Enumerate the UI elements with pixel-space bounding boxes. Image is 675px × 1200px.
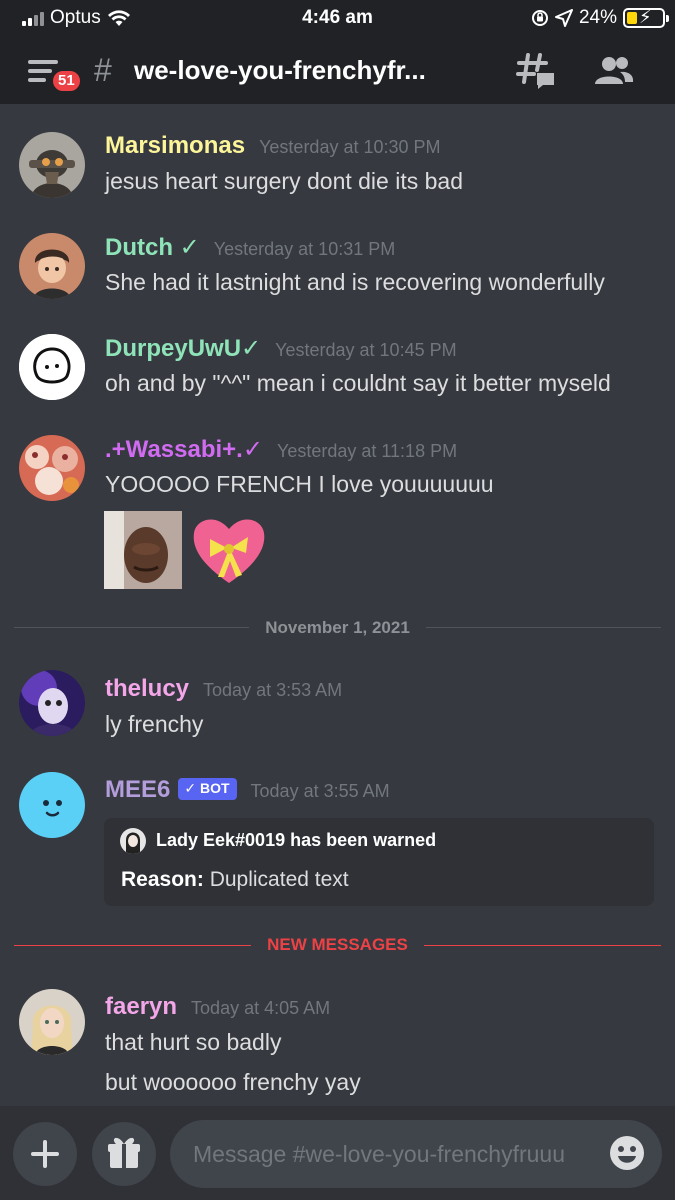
username-label: DurpeyUwU✓: [105, 335, 262, 362]
gift-button[interactable]: [92, 1122, 156, 1186]
hash-icon: #: [94, 52, 112, 88]
timestamp: Yesterday at 11:18 PM: [276, 441, 458, 461]
username[interactable]: Dutch ✓ Yesterday at 10:31 PM: [105, 233, 395, 262]
username-label: Marsimonas: [105, 132, 246, 159]
timestamp: Today at 3:53 AM: [203, 680, 343, 700]
avatar[interactable]: [19, 132, 85, 198]
avatar[interactable]: [19, 435, 85, 501]
channel-header: 51 # we-love-you-frenchyfr...: [0, 38, 675, 104]
username[interactable]: Marsimonas Yesterday at 10:30 PM: [105, 132, 441, 160]
avatar[interactable]: [19, 772, 85, 838]
username[interactable]: MEE6 ✓ BOT Today at 3:55 AM: [105, 776, 390, 804]
message-text: jesus heart surgery dont die its bad: [105, 168, 463, 194]
message-list[interactable]: Marsimonas Yesterday at 10:30 PM jesus he…: [0, 104, 675, 1106]
username-label: .+Wassabi+.✓: [105, 436, 263, 463]
bot-tag: ✓ BOT: [178, 778, 237, 800]
battery-percent: 24%: [578, 7, 617, 28]
timestamp: Yesterday at 10:45 PM: [275, 340, 457, 360]
embed-field-name: Reason:: [121, 868, 204, 891]
date-divider-text: November 1, 2021: [249, 618, 426, 637]
channel-title[interactable]: we-love-you-frenchyfr...: [134, 55, 426, 86]
timestamp: Yesterday at 10:30 PM: [259, 137, 441, 157]
threads-icon[interactable]: [516, 52, 556, 90]
message-text: YOOOOO FRENCH I love youuuuuuu: [105, 471, 494, 497]
embed-author-avatar: [120, 828, 146, 854]
heart-gift-emoji-icon[interactable]: [190, 513, 268, 587]
username-label: thelucy: [105, 675, 190, 702]
battery-icon: ⚡: [623, 7, 669, 28]
username[interactable]: .+Wassabi+.✓ Yesterday at 11:18 PM: [105, 435, 457, 464]
status-right: 24% ⚡: [531, 7, 669, 29]
message-text: that hurt so badly: [105, 1029, 282, 1055]
username[interactable]: DurpeyUwU✓ Yesterday at 10:45 PM: [105, 334, 457, 363]
avatar[interactable]: [19, 670, 85, 736]
plus-icon: [31, 1140, 59, 1168]
timestamp: Today at 4:05 AM: [191, 998, 331, 1018]
add-attachment-button[interactable]: [13, 1122, 77, 1186]
timestamp: Today at 3:55 AM: [250, 781, 390, 801]
status-bar: Optus 4:46 am 24% ⚡: [0, 0, 675, 38]
message-input[interactable]: [170, 1120, 662, 1188]
message-text: ly frenchy: [105, 711, 204, 737]
attached-emoji-image[interactable]: [104, 511, 182, 589]
username[interactable]: faeryn Today at 4:05 AM: [105, 993, 330, 1021]
message-text: oh and by "^^" mean i couldnt say it bet…: [105, 370, 611, 396]
avatar[interactable]: [19, 233, 85, 299]
avatar[interactable]: [19, 989, 85, 1055]
orientation-lock-icon: [531, 10, 548, 26]
emoji-icon[interactable]: [608, 1134, 646, 1172]
timestamp: Yesterday at 10:31 PM: [213, 239, 396, 259]
embed-field: Reason: Duplicated text: [121, 868, 349, 892]
new-messages-label: NEW MESSAGES: [0, 935, 675, 955]
hamburger-menu-icon[interactable]: 51: [28, 56, 83, 94]
embed-field-value: Duplicated text: [209, 868, 349, 891]
message-text: but woooooo frenchy yay: [105, 1069, 361, 1095]
location-icon: [554, 9, 573, 27]
username-label: MEE6: [105, 776, 171, 803]
avatar[interactable]: [19, 334, 85, 400]
username[interactable]: thelucy Today at 3:53 AM: [105, 675, 342, 703]
gift-icon: [108, 1137, 140, 1168]
members-icon[interactable]: [594, 54, 634, 88]
embed-author: Lady Eek#0019 has been warned: [156, 830, 437, 850]
username-label: Dutch ✓: [105, 234, 200, 261]
warning-embed: Lady Eek#0019 has been warned Reason: Du…: [104, 818, 654, 906]
new-messages-text: NEW MESSAGES: [251, 935, 424, 954]
username-label: faeryn: [105, 993, 178, 1020]
composer-bar: [0, 1106, 675, 1200]
message-text: She had it lastnight and is recovering w…: [105, 269, 605, 295]
date-divider-label: November 1, 2021: [0, 618, 675, 638]
unread-badge: 51: [50, 68, 83, 94]
